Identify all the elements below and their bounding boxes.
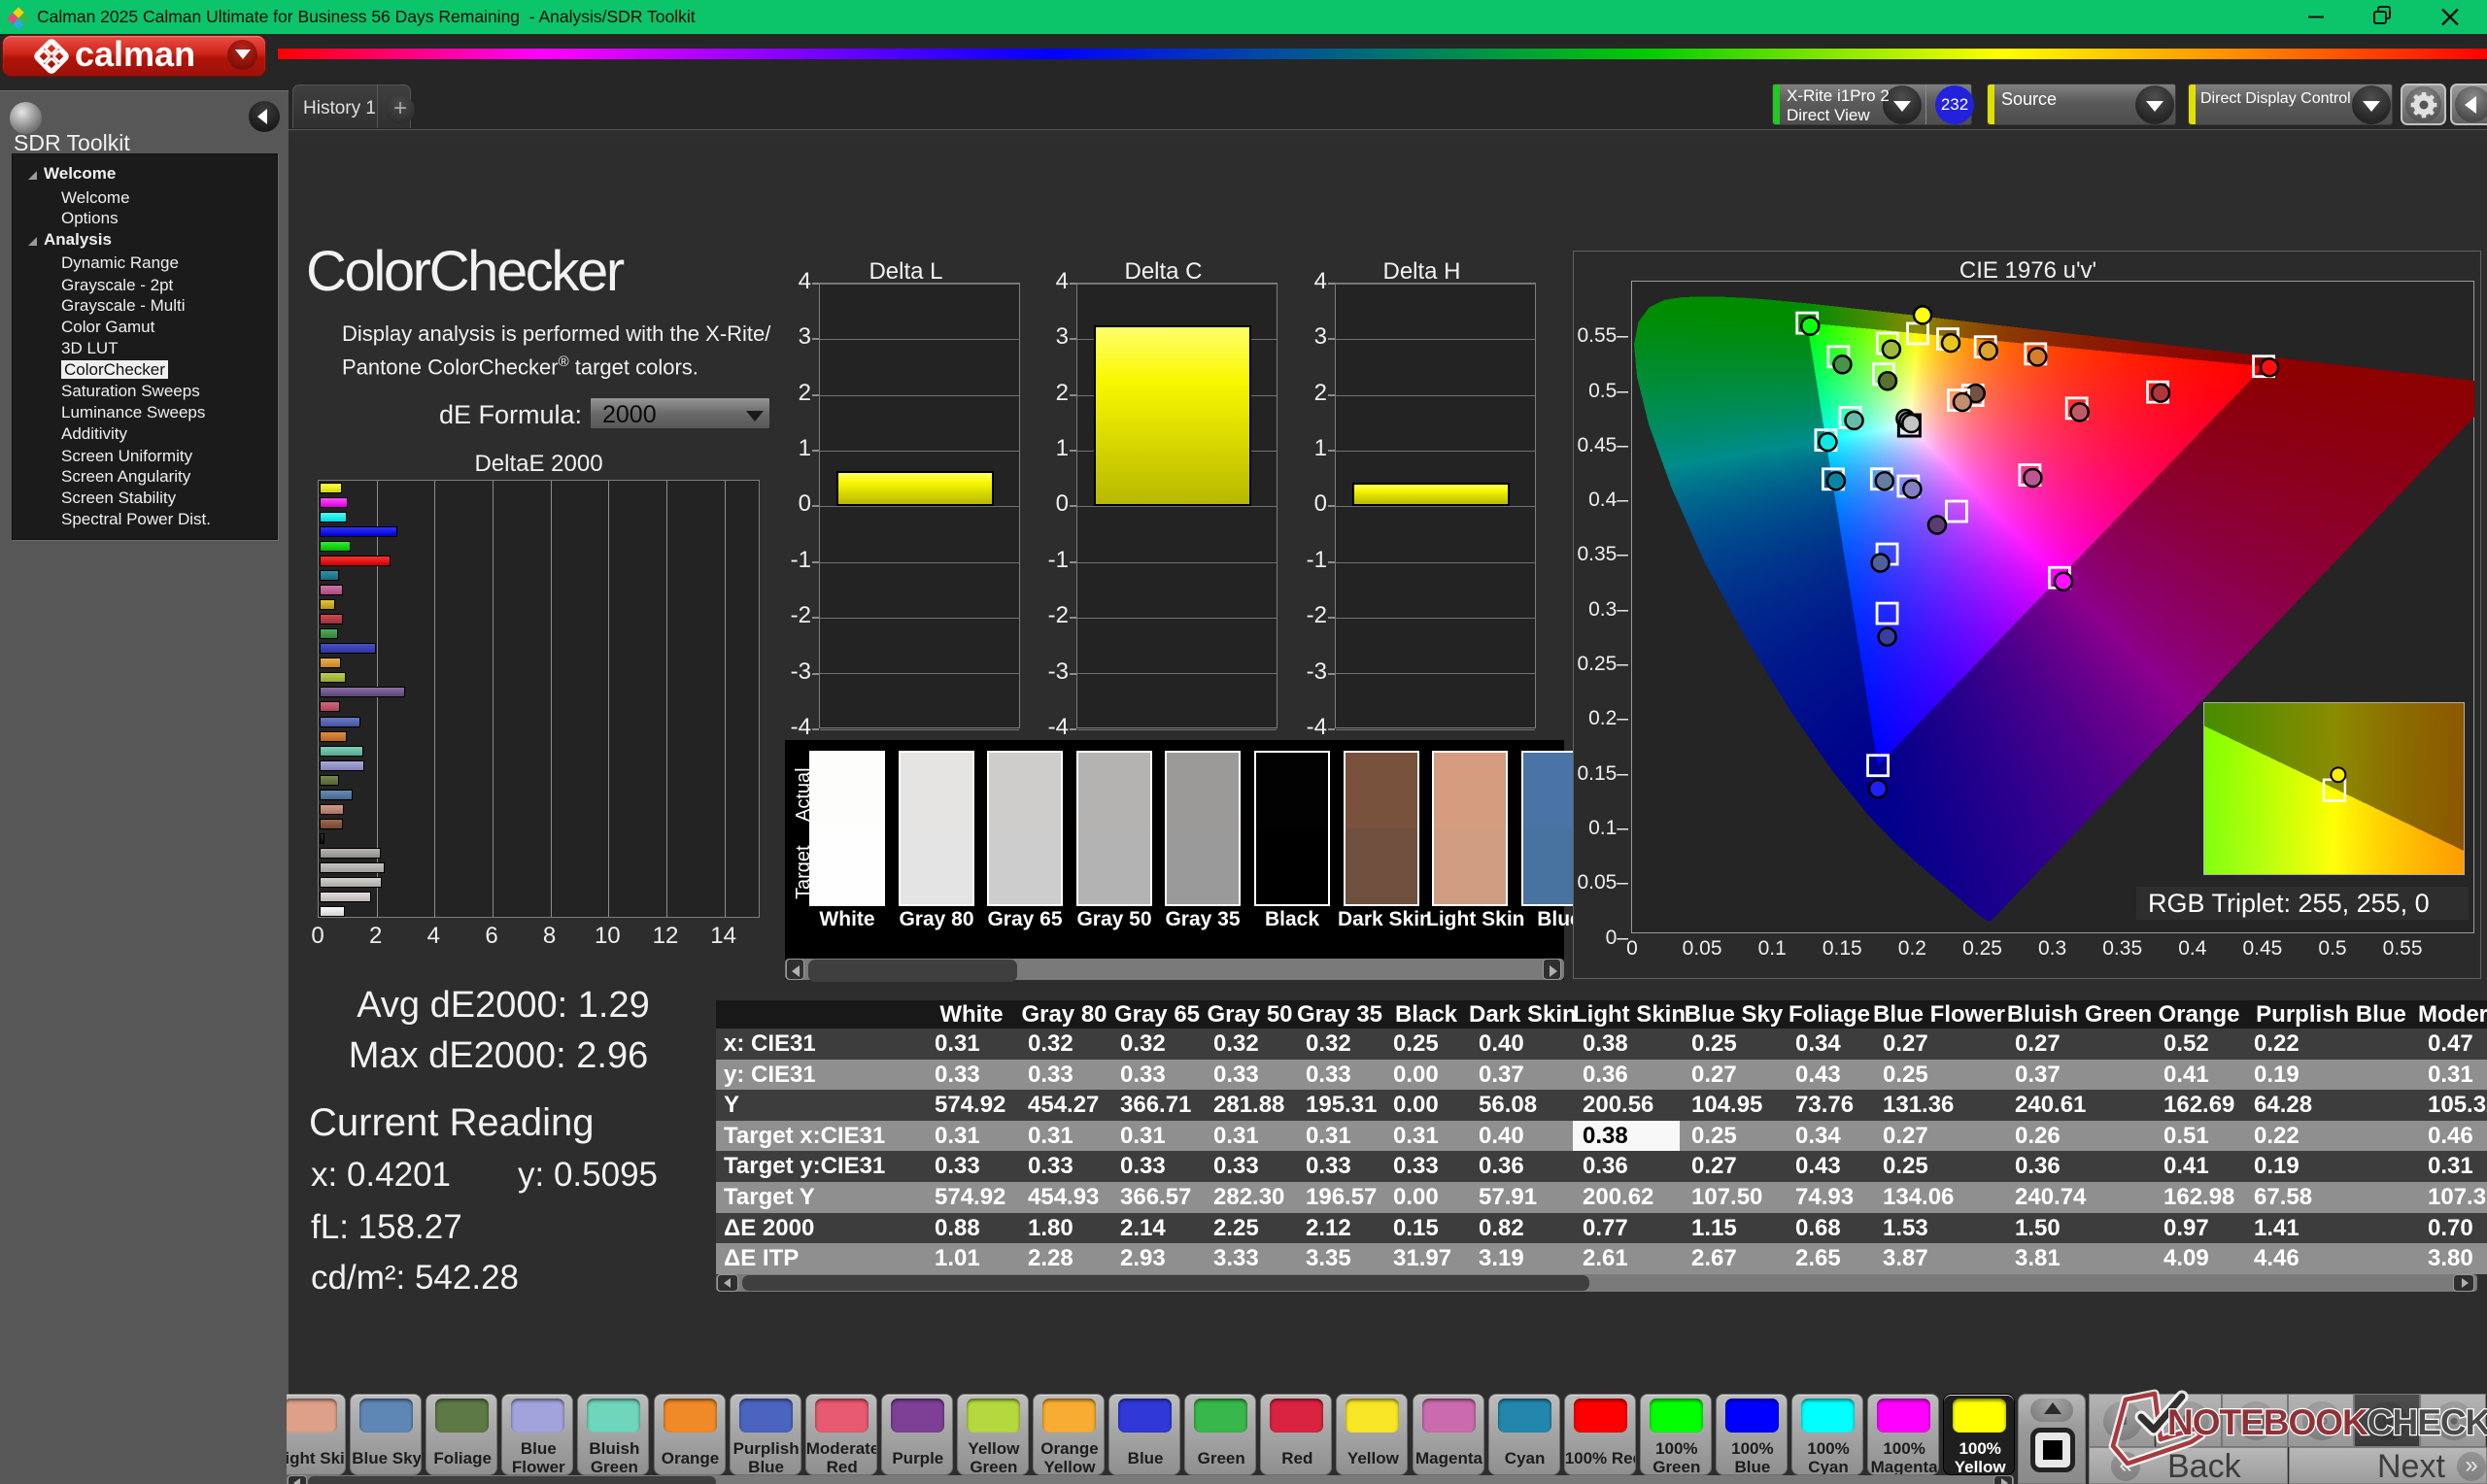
svg-text:NOTEBOOKCHECK: NOTEBOOKCHECK bbox=[2167, 1402, 2487, 1442]
